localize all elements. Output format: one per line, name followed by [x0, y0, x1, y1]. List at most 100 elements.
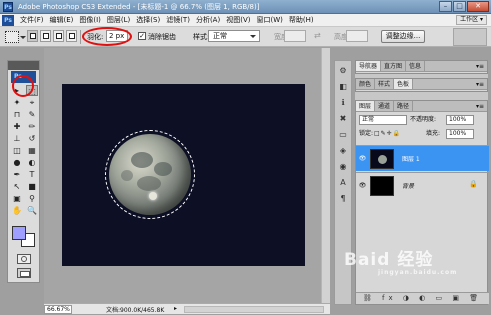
- photoshop-app-icon: Ps: [3, 2, 13, 12]
- document-canvas[interactable]: [62, 84, 305, 266]
- intersect-selection-icon: [69, 33, 75, 39]
- menu-image[interactable]: 图像(I): [76, 15, 104, 25]
- tab-histogram[interactable]: 直方图: [381, 61, 407, 71]
- info-icon[interactable]: ℹ: [336, 96, 350, 109]
- type-tool-icon[interactable]: T: [26, 169, 38, 180]
- gradient-icon[interactable]: ▦: [26, 145, 38, 156]
- tab-paths[interactable]: 路径: [394, 101, 414, 111]
- antialias-label: 消除锯齿: [148, 33, 176, 41]
- panel-menu-icon[interactable]: ▾≡: [473, 79, 487, 89]
- healing-brush-icon[interactable]: ✚: [11, 121, 23, 132]
- dodge-icon[interactable]: ◐: [26, 157, 38, 168]
- pen-icon[interactable]: ✒: [11, 169, 23, 180]
- tab-swatches[interactable]: 色板: [394, 79, 414, 89]
- swap-icon[interactable]: ⇄: [314, 31, 321, 40]
- height-input[interactable]: [346, 30, 368, 42]
- new-selection-icon: [30, 33, 36, 39]
- layer-comps-icon[interactable]: ◉: [336, 160, 350, 173]
- history-brush-icon[interactable]: ↺: [26, 133, 38, 144]
- tab-layers[interactable]: 图层: [356, 101, 376, 111]
- menu-filter[interactable]: 滤镜(T): [163, 15, 193, 25]
- palette-well[interactable]: [453, 28, 487, 46]
- opacity-input[interactable]: 100%: [446, 115, 474, 125]
- menu-help[interactable]: 帮助(H): [286, 15, 317, 25]
- tab-channels[interactable]: 通道: [375, 101, 395, 111]
- style-select[interactable]: 正常: [208, 30, 260, 42]
- foreground-color-swatch[interactable]: [12, 226, 26, 240]
- status-menu-arrow[interactable]: ▸: [174, 305, 177, 312]
- options-bar: 羽化: 2 px ✓ 消除锯齿 样式: 正常 宽度: ⇄ 高度: 调整边缘...: [0, 27, 491, 47]
- menu-select[interactable]: 选择(S): [133, 15, 163, 25]
- screen-mode-button[interactable]: [17, 268, 31, 278]
- clone-stamp-icon[interactable]: ⊥: [11, 133, 23, 144]
- fill-input[interactable]: 100%: [446, 129, 474, 139]
- eyedropper-icon[interactable]: ⚲: [26, 193, 38, 204]
- blend-mode-select[interactable]: 正常: [359, 115, 407, 125]
- layer-row-layer1[interactable]: 👁 图层 1: [356, 145, 489, 171]
- horizontal-scrollbar[interactable]: [184, 306, 324, 313]
- layer-thumbnail: [370, 176, 394, 196]
- brush-icon[interactable]: ✏: [26, 121, 38, 132]
- blend-row: 正常 不透明度: 100%: [356, 114, 489, 126]
- menu-edit[interactable]: 编辑(E): [47, 15, 77, 25]
- layer-name[interactable]: 图层 1: [402, 154, 420, 163]
- toolbox-header[interactable]: [8, 61, 39, 70]
- layer-name[interactable]: 背景: [402, 181, 414, 190]
- close-button[interactable]: ✕: [467, 1, 489, 12]
- photoshop-window: Ps Adobe Photoshop CS3 Extended - [未标题-1…: [0, 0, 491, 315]
- eraser-icon[interactable]: ◫: [11, 145, 23, 156]
- character-icon[interactable]: A: [336, 176, 350, 189]
- menu-analysis[interactable]: 分析(A): [193, 15, 223, 25]
- menu-file[interactable]: 文件(F): [17, 15, 47, 25]
- menu-window[interactable]: 窗口(W): [253, 15, 285, 25]
- lock-icon: 🔒: [469, 180, 478, 188]
- maximize-button[interactable]: □: [453, 1, 466, 12]
- panel-menu-icon[interactable]: ▾≡: [473, 101, 487, 111]
- lock-icons[interactable]: □✎✛🔒: [374, 128, 401, 140]
- paragraph-icon[interactable]: ¶: [336, 192, 350, 205]
- quick-mask-button[interactable]: [17, 254, 31, 264]
- subtract-selection-button[interactable]: [53, 30, 64, 42]
- hand-tool-icon[interactable]: ✋: [11, 205, 23, 216]
- add-to-selection-button[interactable]: [40, 30, 51, 42]
- antialias-checkbox[interactable]: ✓: [138, 32, 146, 40]
- lasso-icon[interactable]: ⌖: [26, 97, 38, 108]
- menu-view[interactable]: 视图(V): [223, 15, 253, 25]
- histogram-icon[interactable]: ◧: [336, 80, 350, 93]
- tools-preset-icon[interactable]: ✖: [336, 112, 350, 125]
- layers-footer-icons[interactable]: ⛓ fx ◑ ◐ ▭ ▣ 🗑: [356, 292, 489, 304]
- crop-icon[interactable]: ⊓: [11, 109, 23, 120]
- tab-navigator[interactable]: 导航器: [356, 61, 382, 71]
- layer-row-background[interactable]: 👁 背景 🔒: [356, 172, 489, 198]
- panel-menu-icon[interactable]: ▾≡: [473, 61, 487, 71]
- visibility-eye-icon[interactable]: 👁: [358, 154, 367, 163]
- brushes-icon[interactable]: ▭: [336, 128, 350, 141]
- menu-layer[interactable]: 图层(L): [104, 15, 133, 25]
- clone-source-icon[interactable]: ◈: [336, 144, 350, 157]
- tab-info[interactable]: 信息: [406, 61, 426, 71]
- tab-color[interactable]: 颜色: [356, 79, 376, 89]
- visibility-eye-icon[interactable]: 👁: [358, 181, 367, 190]
- slice-icon[interactable]: ✎: [26, 109, 38, 120]
- magic-wand-icon[interactable]: ✦: [11, 97, 23, 108]
- tool-preset-picker[interactable]: [5, 31, 26, 43]
- notes-icon[interactable]: ▣: [11, 193, 23, 204]
- blur-icon[interactable]: ●: [11, 157, 23, 168]
- navigator-icon[interactable]: ⚙: [336, 64, 350, 77]
- minimize-button[interactable]: –: [439, 1, 452, 12]
- tab-styles[interactable]: 样式: [375, 79, 395, 89]
- vertical-scrollbar[interactable]: [321, 48, 330, 303]
- zoom-field[interactable]: 66.67%: [44, 305, 72, 314]
- feather-highlight-circle: [82, 27, 132, 46]
- selection-marquee[interactable]: [105, 130, 195, 219]
- width-input[interactable]: [284, 30, 306, 42]
- workspace-button[interactable]: 工作区 ▾: [456, 15, 487, 25]
- refine-edge-button[interactable]: 调整边缘...: [381, 30, 425, 43]
- intersect-selection-button[interactable]: [66, 30, 77, 42]
- path-selection-icon[interactable]: ↖: [11, 181, 23, 192]
- shape-tool-icon[interactable]: ■: [26, 181, 38, 192]
- zoom-tool-icon[interactable]: 🔍: [26, 205, 38, 216]
- layer-thumbnail: [370, 149, 394, 169]
- new-selection-button[interactable]: [27, 30, 38, 42]
- ps-menu-logo[interactable]: Ps: [2, 14, 14, 26]
